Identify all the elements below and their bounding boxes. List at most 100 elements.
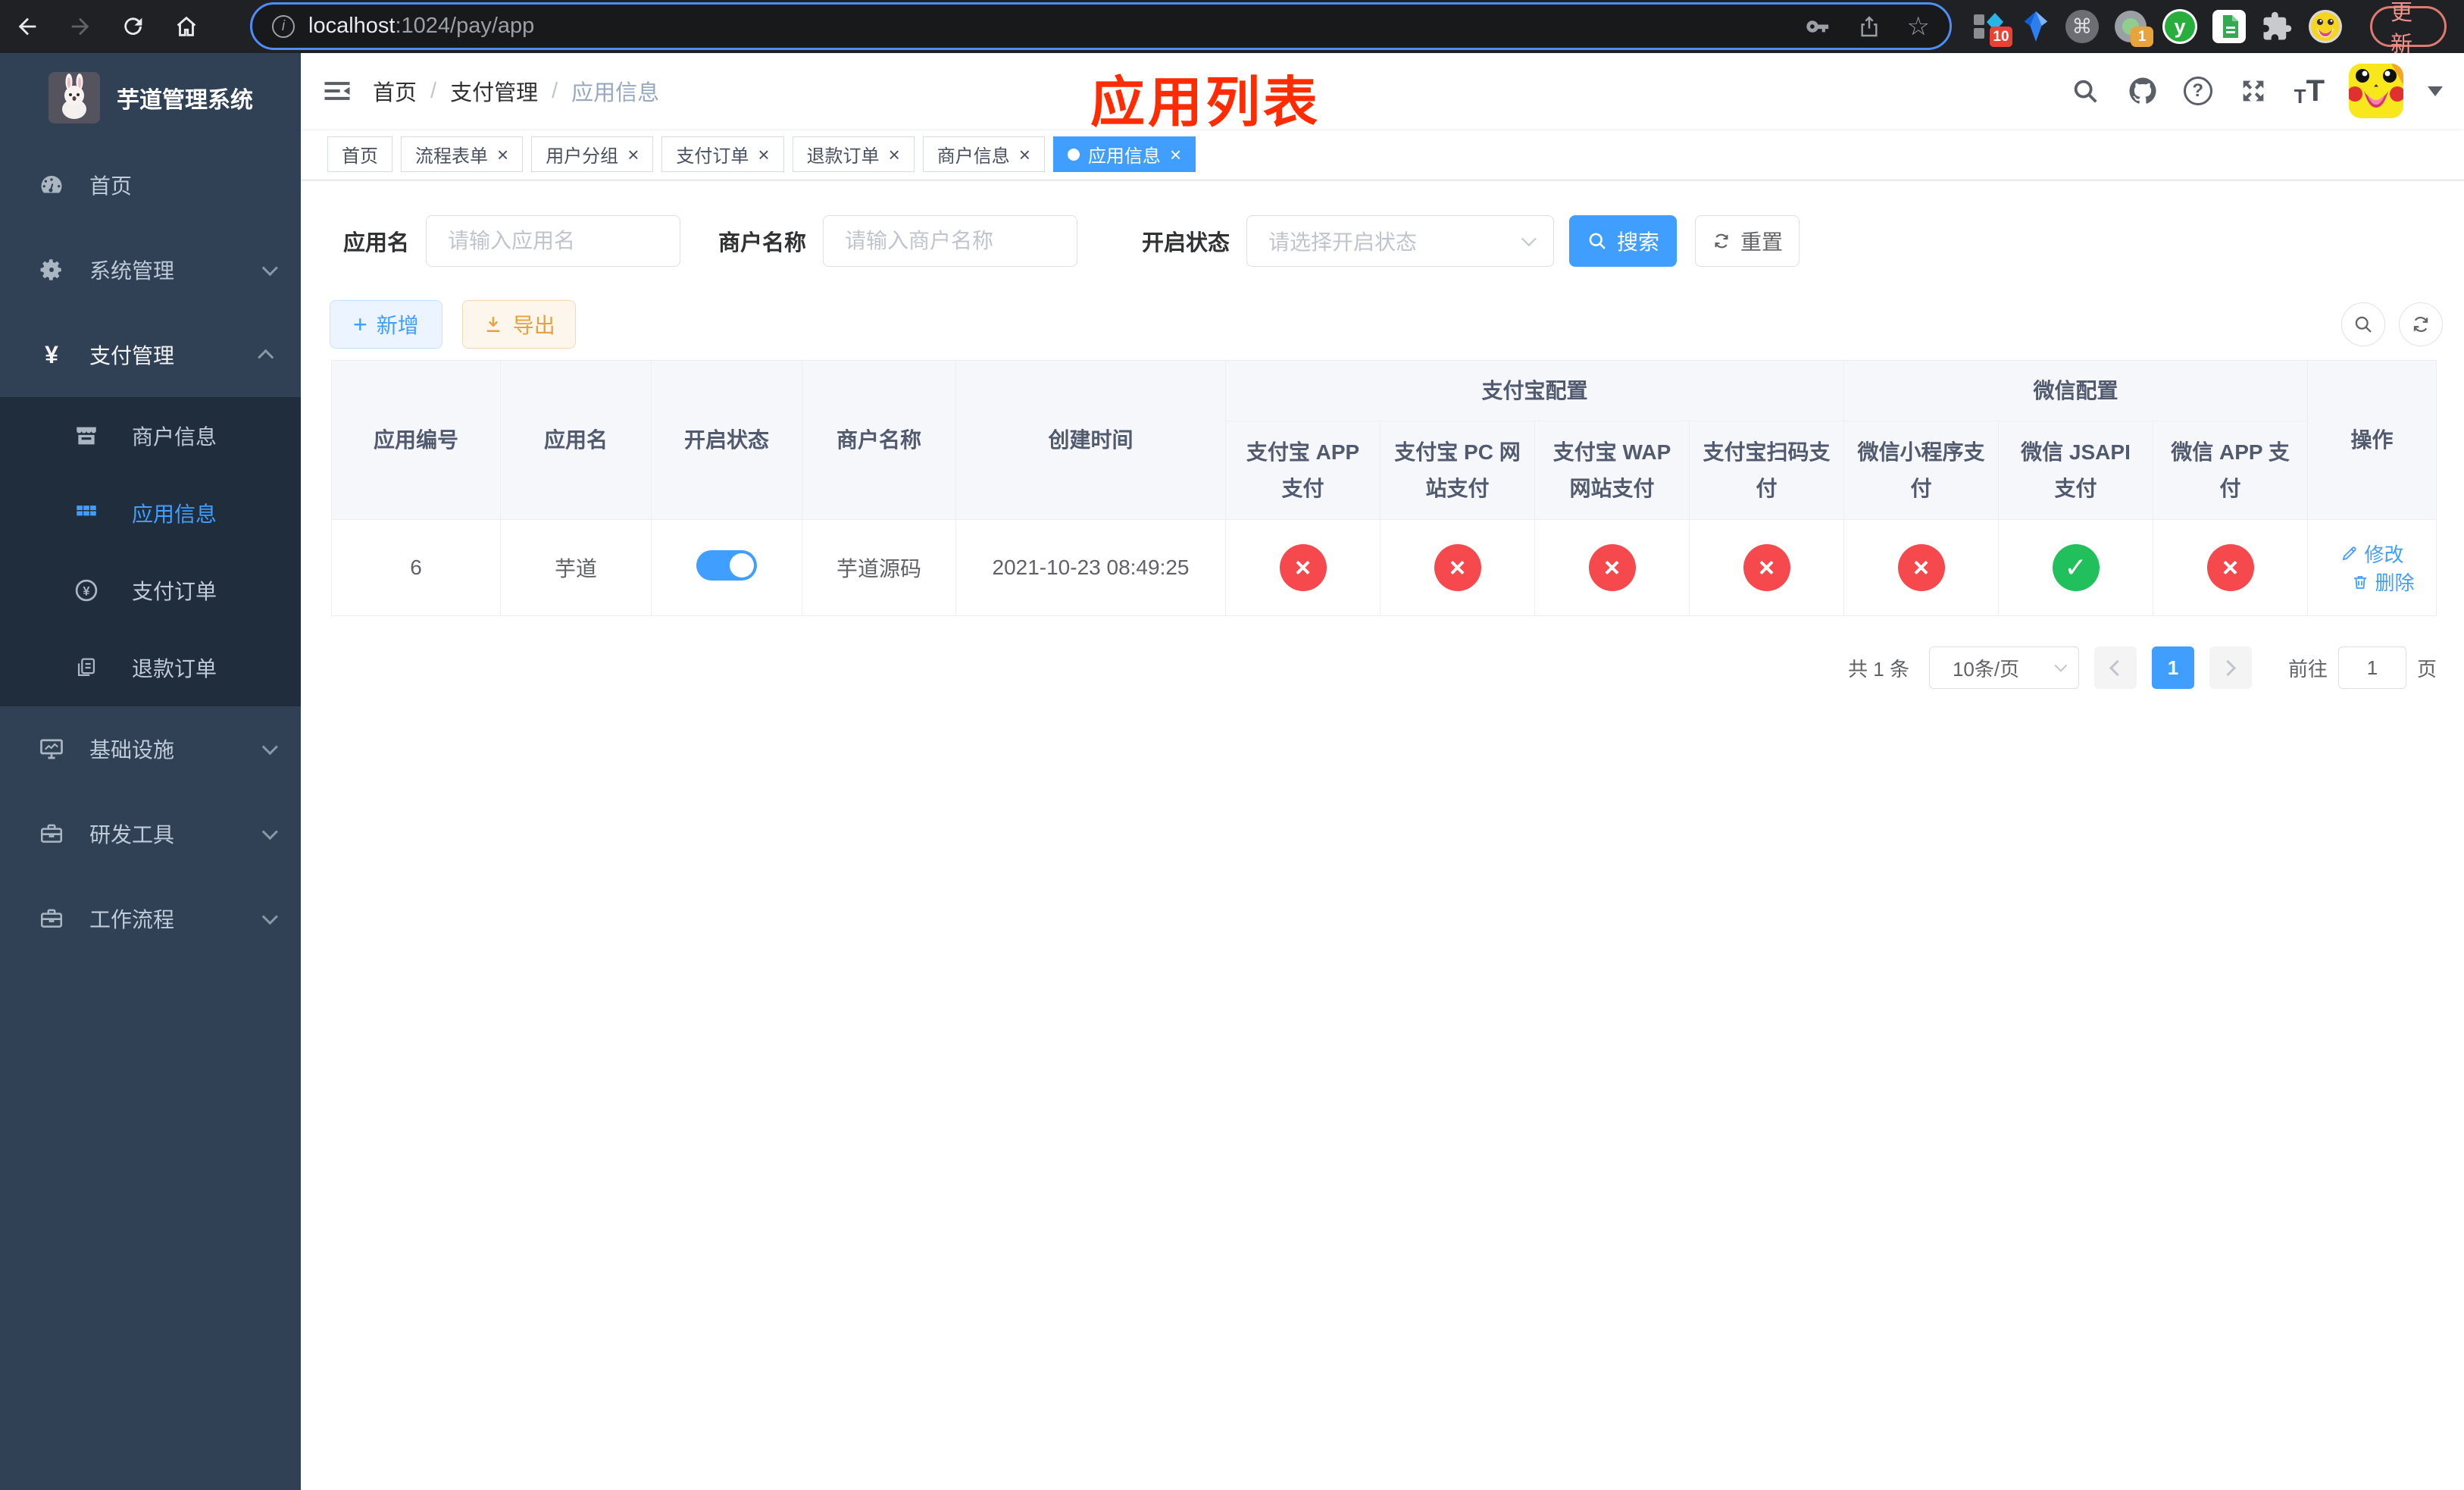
browser-reload-icon[interactable] <box>120 13 147 40</box>
wechat-lite-status-icon: × <box>1897 544 1945 591</box>
address-bar[interactable]: i localhost:1024/pay/app ☆ <box>250 2 1952 50</box>
close-icon[interactable]: × <box>1019 145 1030 164</box>
extension-doc-icon[interactable] <box>2212 9 2246 44</box>
browser-back-icon[interactable] <box>14 13 41 40</box>
plus-icon: + <box>353 311 367 338</box>
alipay-wap-status-icon: × <box>1588 544 1636 591</box>
main-content: 应用名 商户名称 开启状态 请选择开启状态 搜索 重置 + 新增 导出 <box>301 180 2464 1490</box>
sidebar-item-label: 应用信息 <box>132 502 217 526</box>
tag-user-group[interactable]: 用户分组 × <box>531 136 654 172</box>
col-merchant-name: 商户名称 <box>802 360 956 520</box>
extensions-puzzle-icon[interactable] <box>2261 9 2293 44</box>
monitor-icon <box>35 735 68 762</box>
sidebar-collapse-icon[interactable] <box>321 74 354 111</box>
chevron-down-icon <box>261 823 278 840</box>
close-icon[interactable]: × <box>889 145 900 164</box>
sidebar-item-home[interactable]: 首页 <box>0 142 301 227</box>
close-icon[interactable]: × <box>758 145 769 164</box>
col-group-alipay: 支付宝配置 <box>1224 360 1845 421</box>
page-size-select[interactable]: 10条/页 <box>1928 646 2079 689</box>
github-icon[interactable] <box>2126 74 2159 108</box>
tag-merchant-info[interactable]: 商户信息 × <box>922 136 1045 172</box>
tag-refund-order[interactable]: 退款订单 × <box>792 136 915 172</box>
breadcrumb-pay[interactable]: 支付管理 <box>450 75 538 107</box>
search-button[interactable]: 搜索 <box>1569 215 1678 267</box>
site-info-icon[interactable]: i <box>272 14 295 38</box>
edit-button[interactable]: 修改 <box>2340 540 2404 568</box>
font-size-icon[interactable]: TT <box>2294 74 2325 108</box>
cell-app-name: 芋道 <box>500 519 652 616</box>
sidebar-item-merchant-info[interactable]: 商户信息 <box>0 397 301 474</box>
bookmark-star-icon[interactable]: ☆ <box>1907 14 1930 39</box>
refund-doc-icon <box>70 655 103 681</box>
tag-pay-order[interactable]: 支付订单 × <box>661 136 784 172</box>
merchant-name-input[interactable] <box>823 215 1078 267</box>
password-key-icon[interactable] <box>1804 13 1831 40</box>
show-search-toggle-button[interactable] <box>2341 302 2385 346</box>
alipay-qr-status-icon: × <box>1743 544 1790 591</box>
dashboard-icon <box>35 171 68 199</box>
chevron-down-icon <box>261 259 278 276</box>
app-name-input[interactable] <box>426 215 681 267</box>
user-avatar[interactable] <box>2349 64 2403 118</box>
sidebar-item-workflow[interactable]: 工作流程 <box>0 876 301 961</box>
sidebar-item-dev-tools[interactable]: 研发工具 <box>0 791 301 876</box>
sidebar-item-label: 基础设施 <box>89 738 175 762</box>
toolbox-icon <box>35 906 68 931</box>
sidebar-item-pay[interactable]: ¥ 支付管理 <box>0 312 301 397</box>
close-icon[interactable]: × <box>1170 145 1181 164</box>
extension-command-icon[interactable]: ⌘ <box>2065 9 2099 44</box>
export-button[interactable]: 导出 <box>461 300 576 349</box>
add-button[interactable]: + 新增 <box>330 300 442 349</box>
open-status-toggle[interactable] <box>696 549 757 581</box>
tag-app-info[interactable]: 应用信息 × <box>1052 136 1196 172</box>
close-icon[interactable]: × <box>627 145 639 164</box>
extension-badge: 1 <box>2131 27 2153 47</box>
page-1-button[interactable]: 1 <box>2151 646 2194 689</box>
reset-button[interactable]: 重置 <box>1695 215 1800 267</box>
fullscreen-icon[interactable] <box>2237 74 2270 108</box>
goto-unit: 页 <box>2416 657 2437 681</box>
sidebar-item-label: 研发工具 <box>89 823 175 847</box>
chevron-up-icon <box>258 349 274 365</box>
open-status-select[interactable]: 请选择开启状态 <box>1246 215 1555 267</box>
sidebar-item-infra[interactable]: 基础设施 <box>0 706 301 791</box>
col-app-id: 应用编号 <box>331 360 501 520</box>
sidebar-item-system[interactable]: 系统管理 <box>0 227 301 312</box>
delete-button[interactable]: 删除 <box>2351 568 2415 596</box>
app-logo-row[interactable]: 芋道管理系统 <box>0 53 301 142</box>
filter-form: 应用名 商户名称 开启状态 请选择开启状态 搜索 重置 <box>343 215 2434 267</box>
col-create-time: 创建时间 <box>955 360 1226 520</box>
browser-forward-icon[interactable] <box>67 13 94 40</box>
pagination-total: 共 1 条 <box>1848 657 1909 681</box>
extension-tabs-icon[interactable]: 10 <box>1972 9 2012 47</box>
wechat-app-status-icon: × <box>2206 544 2254 591</box>
sidebar-item-pay-order[interactable]: ¥ 支付订单 <box>0 552 301 629</box>
browser-home-icon[interactable] <box>173 13 200 40</box>
profile-emoji-icon[interactable] <box>2308 9 2343 44</box>
prev-page-button[interactable] <box>2093 646 2137 689</box>
help-icon[interactable]: ? <box>2183 77 2212 105</box>
refresh-table-button[interactable] <box>2399 302 2443 346</box>
extension-recorder-icon[interactable]: 1 <box>2114 9 2153 47</box>
col-wechat-lite: 微信小程序支付 <box>1843 421 2000 520</box>
cell-merchant-name: 芋道源码 <box>802 519 956 616</box>
header-search-icon[interactable] <box>2068 74 2102 108</box>
sidebar-item-app-info[interactable]: 应用信息 <box>0 474 301 552</box>
sidebar: 芋道管理系统 首页 系统管理 ¥ 支付管理 商户信息 应用信息 ¥ 支付订单 退… <box>0 53 301 1490</box>
browser-update-button[interactable]: 更新 <box>2370 1 2447 57</box>
tag-home[interactable]: 首页 <box>327 136 392 172</box>
app-name-label: 应用名 <box>343 231 410 255</box>
table-row: 6 芋道 芋道源码 2021-10-23 08:49:25 × × × × × … <box>331 519 2437 616</box>
tag-process-form[interactable]: 流程表单 × <box>401 136 524 172</box>
sidebar-item-refund-order[interactable]: 退款订单 <box>0 629 301 706</box>
extension-kite-icon[interactable] <box>2022 9 2050 44</box>
extension-y-icon[interactable]: y <box>2162 9 2197 44</box>
goto-page-input[interactable] <box>2337 646 2406 689</box>
close-icon[interactable]: × <box>497 145 508 164</box>
pay-order-icon: ¥ <box>70 577 103 604</box>
breadcrumb-home[interactable]: 首页 <box>373 75 417 107</box>
share-icon[interactable] <box>1856 13 1883 40</box>
avatar-caret-icon[interactable] <box>2428 86 2443 96</box>
next-page-button[interactable] <box>2209 646 2252 689</box>
